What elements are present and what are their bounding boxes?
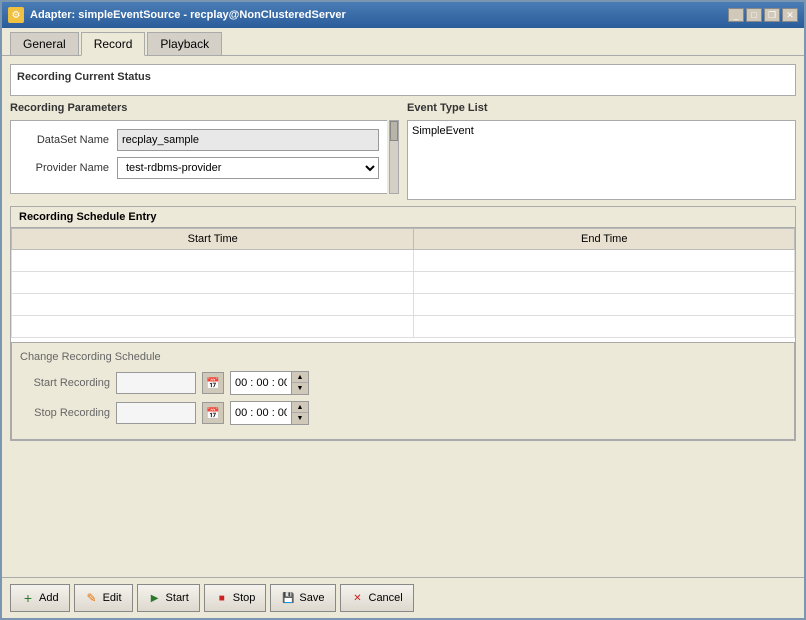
event-type-section: Event Type List SimpleEvent (407, 102, 796, 200)
stop-recording-label: Stop Recording (20, 407, 110, 419)
table-row (12, 294, 795, 316)
app-icon: ⚙ (8, 7, 24, 23)
params-box: DataSet Name Provider Name test-rdbms-pr… (10, 120, 387, 194)
recording-params-section: Recording Parameters DataSet Name Provid… (10, 102, 399, 200)
save-button[interactable]: 💾 Save (270, 584, 335, 612)
start-recording-row: Start Recording 📅 ▲ ▼ (20, 371, 786, 395)
event-list-item-0[interactable]: SimpleEvent (412, 125, 791, 137)
table-row (12, 250, 795, 272)
close-button[interactable]: ✕ (782, 8, 798, 22)
start-date-calendar-icon[interactable]: 📅 (202, 372, 224, 394)
window-controls: _ □ ❐ ✕ (728, 8, 798, 22)
table-cell (12, 272, 414, 294)
tab-general[interactable]: General (10, 32, 79, 55)
change-schedule-subsection: Change Recording Schedule Start Recordin… (11, 342, 795, 440)
start-time-spinner: ▲ ▼ (291, 372, 308, 394)
col-start-time: Start Time (12, 229, 414, 250)
dataset-row: DataSet Name (19, 129, 379, 151)
dataset-label: DataSet Name (19, 134, 109, 146)
stop-recording-row: Stop Recording 📅 ▲ ▼ (20, 401, 786, 425)
stop-date-calendar-icon[interactable]: 📅 (202, 402, 224, 424)
event-type-title: Event Type List (407, 102, 796, 114)
recording-params-title: Recording Parameters (10, 102, 399, 114)
tab-content: Recording Current Status Recording Param… (2, 55, 804, 577)
start-date-input[interactable] (116, 372, 196, 394)
minimize-button[interactable]: _ (728, 8, 744, 22)
stop-time-spinner: ▲ ▼ (291, 402, 308, 424)
start-time-wrapper: ▲ ▼ (230, 371, 309, 395)
title-bar-left: ⚙ Adapter: simpleEventSource - recplay@N… (8, 7, 346, 23)
add-label: Add (39, 592, 59, 604)
event-list-box: SimpleEvent (407, 120, 796, 200)
add-button[interactable]: + Add (10, 584, 70, 612)
title-bar: ⚙ Adapter: simpleEventSource - recplay@N… (2, 2, 804, 28)
table-row (12, 272, 795, 294)
cancel-button[interactable]: ✕ Cancel (340, 584, 414, 612)
provider-label: Provider Name (19, 162, 109, 174)
start-label: Start (166, 592, 189, 604)
stop-time-down-button[interactable]: ▼ (292, 413, 308, 424)
start-button[interactable]: ▶ Start (137, 584, 200, 612)
col-end-time: End Time (414, 229, 795, 250)
save-label: Save (299, 592, 324, 604)
main-window: ⚙ Adapter: simpleEventSource - recplay@N… (0, 0, 806, 620)
cancel-icon: ✕ (351, 591, 365, 605)
stop-time-input[interactable] (231, 402, 291, 424)
schedule-header: Recording Schedule Entry (11, 207, 795, 228)
edit-button[interactable]: ✎ Edit (74, 584, 133, 612)
start-time-up-button[interactable]: ▲ (292, 372, 308, 383)
add-icon: + (21, 591, 35, 605)
schedule-table: Start Time End Time (11, 228, 795, 338)
schedule-table-header-row: Start Time End Time (12, 229, 795, 250)
params-event-row: Recording Parameters DataSet Name Provid… (10, 102, 796, 200)
scroll-thumb (390, 121, 398, 141)
maximize-button[interactable]: □ (746, 8, 762, 22)
window-title: Adapter: simpleEventSource - recplay@Non… (30, 9, 346, 21)
stop-time-wrapper: ▲ ▼ (230, 401, 309, 425)
dataset-input[interactable] (117, 129, 379, 151)
start-time-down-button[interactable]: ▼ (292, 383, 308, 394)
schedule-section: Recording Schedule Entry Start Time End … (10, 206, 796, 441)
tab-playback[interactable]: Playback (147, 32, 222, 55)
table-cell (12, 316, 414, 338)
cancel-label: Cancel (369, 592, 403, 604)
table-row (12, 316, 795, 338)
start-time-input[interactable] (231, 372, 291, 394)
tab-bar: General Record Playback (2, 28, 804, 55)
stop-time-up-button[interactable]: ▲ (292, 402, 308, 413)
stop-button[interactable]: ■ Stop (204, 584, 267, 612)
table-cell (12, 294, 414, 316)
recording-status-section: Recording Current Status (10, 64, 796, 96)
start-icon: ▶ (148, 591, 162, 605)
table-cell (414, 316, 795, 338)
tab-record[interactable]: Record (81, 32, 146, 56)
provider-row: Provider Name test-rdbms-provider (19, 157, 379, 179)
table-cell (414, 250, 795, 272)
params-scrollbar[interactable] (389, 120, 399, 194)
edit-label: Edit (103, 592, 122, 604)
edit-icon: ✎ (85, 591, 99, 605)
table-cell (414, 294, 795, 316)
stop-icon: ■ (215, 591, 229, 605)
params-inner: DataSet Name Provider Name test-rdbms-pr… (10, 120, 399, 194)
start-recording-label: Start Recording (20, 377, 110, 389)
provider-select-wrapper: test-rdbms-provider (117, 157, 379, 179)
recording-status-title: Recording Current Status (17, 71, 789, 83)
change-schedule-title: Change Recording Schedule (20, 351, 786, 363)
table-cell (414, 272, 795, 294)
stop-label: Stop (233, 592, 256, 604)
table-cell (12, 250, 414, 272)
bottom-toolbar: + Add ✎ Edit ▶ Start ■ Stop 💾 Save ✕ Can… (2, 577, 804, 618)
stop-date-input[interactable] (116, 402, 196, 424)
save-icon: 💾 (281, 591, 295, 605)
restore-button[interactable]: ❐ (764, 8, 780, 22)
provider-select[interactable]: test-rdbms-provider (118, 159, 378, 177)
